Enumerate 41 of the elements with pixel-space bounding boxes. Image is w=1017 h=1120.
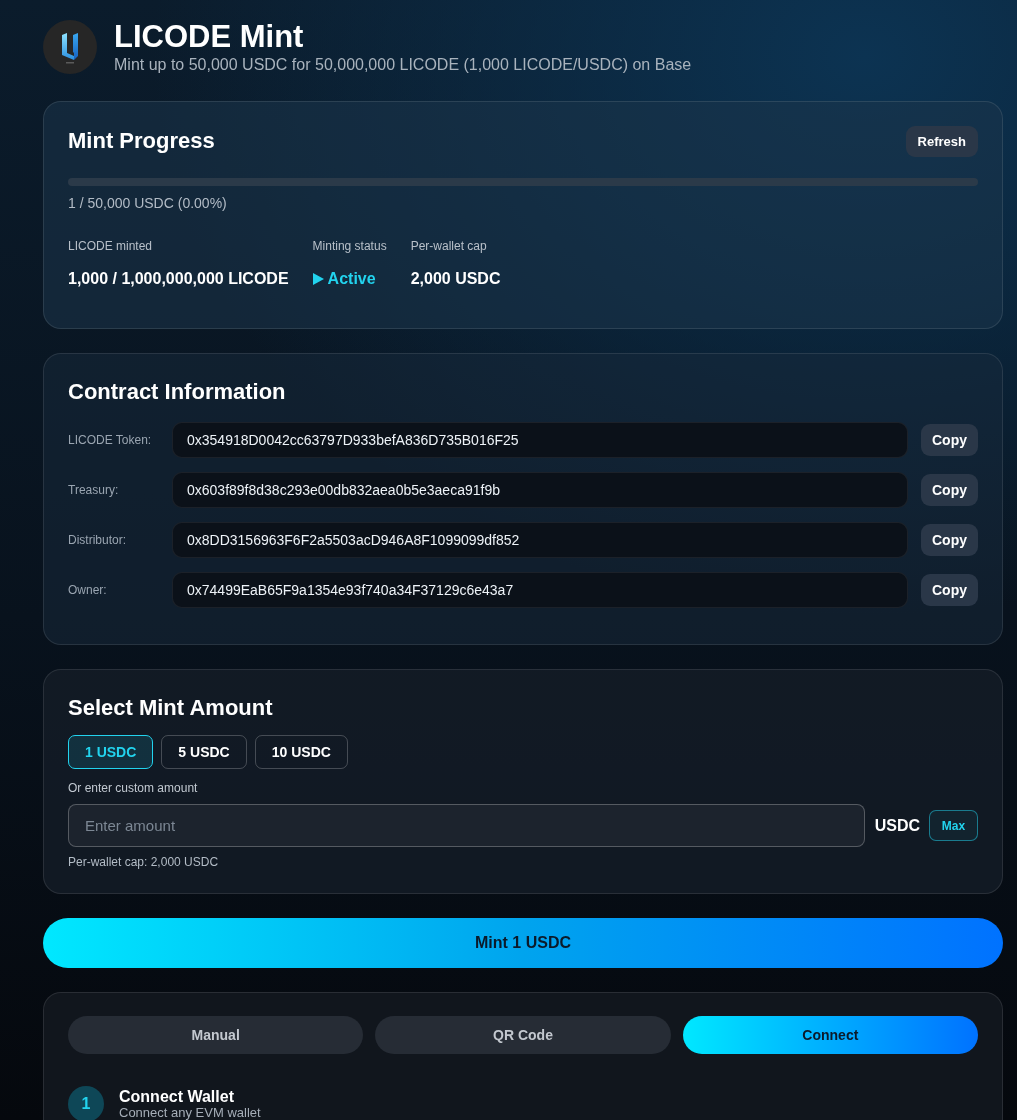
stat-label: Minting status [312,238,387,254]
page-subtitle: Mint up to 50,000 USDC for 50,000,000 LICODE (1,000 LICODE/USDC) on Base [114,55,692,75]
amount-option[interactable]: 5 USDC [161,735,247,769]
copy-button[interactable]: Copy [921,574,978,606]
step-subtitle: Connect any EVM wallet [119,1106,261,1120]
max-button[interactable]: Max [929,810,978,841]
wallet-tab[interactable]: Manual [68,1016,364,1054]
address-label: Distributor: [68,533,127,547]
card-title: Mint Progress [68,127,215,155]
address-label: Owner: [68,583,108,597]
address-field: 0x603f89f8d38c293e00db832aea0b5e3aeca91f9b [172,472,908,508]
wallet-tab[interactable]: QR Code [375,1016,671,1054]
stat-value: 2,000 USDC [410,269,501,289]
step-number: 1 [68,1086,104,1120]
card-title: Contract Information [68,378,287,406]
logo-icon [43,20,97,74]
address-field: 0x354918D0042cc63797D933befA836D735B016F25 [172,422,908,458]
cap-note: Per-wallet cap: 2,000 USDC [68,854,220,870]
status-value: Active [327,269,376,289]
mint-button[interactable]: Mint 1 USDC [43,918,1003,968]
stat-label: Per-wallet cap [410,238,488,254]
refresh-button[interactable]: Refresh [905,125,978,157]
page-title: LICODE Mint [114,19,305,55]
unit-label: USDC [874,816,920,835]
stat-label: LICODE minted [68,238,154,254]
stat-value: 1,000 / 1,000,000,000 LICODE [68,269,289,289]
custom-amount-label: Or enter custom amount [68,780,199,796]
amount-input[interactable]: Enter amount [68,804,865,847]
address-field: 0x8DD3156963F6F2a5503acD946A8F1099099df852 [172,522,908,558]
address-label: LICODE Token: [68,433,153,447]
wallet-tab[interactable]: Connect [682,1016,978,1054]
copy-button[interactable]: Copy [921,424,978,456]
copy-button[interactable]: Copy [921,524,978,556]
address-label: Treasury: [68,483,120,497]
amount-option[interactable]: 10 USDC [254,735,348,769]
address-field: 0x74499EaB65F9a1354e93f740a34F37129c6e43a7 [172,572,908,608]
copy-button[interactable]: Copy [921,474,978,506]
amount-option[interactable]: 1 USDC [68,735,154,769]
progress-summary: 1 / 50,000 USDC (0.00%) [68,194,228,213]
step-title: Connect Wallet [119,1087,235,1106]
card-title: Select Mint Amount [68,694,274,722]
